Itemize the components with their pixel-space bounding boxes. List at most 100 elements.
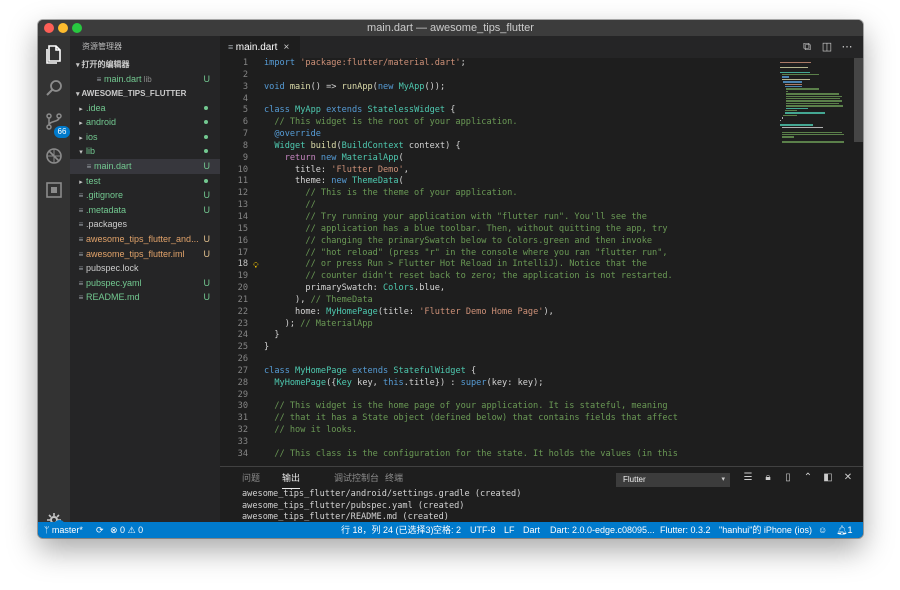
problems-status[interactable]: ⊗ 0 ⚠ 0 — [110, 522, 143, 538]
toggle-panel-position-icon[interactable]: ◧ — [818, 472, 838, 483]
device-selector[interactable]: "hanhui"的 iPhone (ios) — [719, 522, 812, 538]
folder-item[interactable]: ▸ test — [70, 174, 220, 189]
code-line[interactable]: 33 — [220, 437, 775, 449]
code-line[interactable]: 6 // This widget is the root of your app… — [220, 117, 775, 129]
code-line[interactable]: 26 — [220, 354, 775, 366]
open-editors-header[interactable]: ▾ 打开的编辑器 — [70, 58, 220, 72]
code-line[interactable]: 14 // Try running your application with … — [220, 212, 775, 224]
dart-version[interactable]: Dart: 2.0.0-edge.c08095... — [550, 522, 655, 538]
extensions-icon[interactable] — [42, 178, 66, 202]
code-line[interactable]: 20 primarySwatch: Colors.blue, — [220, 283, 775, 295]
project-header[interactable]: ▾ AWESOME_TIPS_FLUTTER — [70, 87, 220, 101]
search-icon[interactable] — [42, 76, 66, 100]
more-actions-icon[interactable]: ⋯ — [837, 40, 857, 53]
code-line[interactable]: 10 title: 'Flutter Demo', — [220, 165, 775, 177]
code-view[interactable]: 1 import 'package:flutter/material.dart';… — [220, 58, 775, 466]
flutter-version[interactable]: Flutter: 0.3.2 — [660, 522, 711, 538]
feedback-icon[interactable]: ☺ — [818, 522, 827, 538]
file-item[interactable]: ≡ pubspec.lock — [70, 261, 220, 276]
code-line[interactable]: 31 // that it has a State object (define… — [220, 413, 775, 425]
open-changes-icon[interactable]: ⧉ — [797, 41, 817, 54]
open-editor-item[interactable]: ≡ main.dart lib U — [70, 72, 220, 87]
lock-scroll-icon[interactable]: 🔒︎ — [758, 472, 778, 483]
close-panel-icon[interactable]: ✕ — [838, 472, 858, 483]
code-line[interactable]: 30 // This widget is the home page of yo… — [220, 401, 775, 413]
file-item[interactable]: ≡ .packages — [70, 217, 220, 232]
language-mode[interactable]: Dart — [523, 522, 540, 538]
explorer-icon[interactable] — [42, 42, 66, 66]
code-token: ThemeData — [351, 176, 399, 187]
code-text: // how it looks. — [264, 425, 357, 437]
code-line[interactable]: 3 void main() => runApp(new MyApp()); — [220, 82, 775, 94]
code-line[interactable]: 25} — [220, 342, 775, 354]
folder-item[interactable]: ▸ android — [70, 115, 220, 130]
code-line[interactable]: 1 import 'package:flutter/material.dart'; — [220, 58, 775, 70]
file-item[interactable]: ≡ README.md U — [70, 290, 220, 305]
line-number: 19 — [237, 271, 248, 282]
code-line[interactable]: 8 Widget build(BuildContext context) { — [220, 141, 775, 153]
file-item[interactable]: ≡ .metadata U — [70, 203, 220, 218]
close-tab-icon[interactable]: × — [283, 42, 289, 53]
sync-icon[interactable]: ⟳ — [96, 522, 104, 538]
line-ending[interactable]: LF — [504, 522, 515, 538]
code-line[interactable]: 2 — [220, 70, 775, 82]
code-line[interactable]: 29 — [220, 390, 775, 402]
code-line[interactable]: 16 // changing the primarySwatch below t… — [220, 236, 775, 248]
code-line[interactable]: 11 theme: new ThemeData( — [220, 176, 775, 188]
folder-item[interactable]: ▸ ios — [70, 130, 220, 145]
code-line[interactable]: 21 ), // ThemeData — [220, 295, 775, 307]
file-item[interactable]: ≡ .gitignore U — [70, 188, 220, 203]
maximize-panel-icon[interactable]: ⌃ — [798, 472, 818, 483]
code-line[interactable]: 18 💡︎ // or press Run > Flutter Hot Reloa… — [220, 259, 775, 271]
panel-tab[interactable]: 问题 — [242, 467, 260, 489]
notifications[interactable]: 🔔︎1 — [836, 522, 852, 538]
close-window-button[interactable] — [44, 23, 54, 33]
indentation[interactable]: 空格: 2 — [433, 522, 461, 538]
output-channel-select[interactable]: Flutter ▾ — [616, 473, 730, 487]
code-line[interactable]: 13 // — [220, 200, 775, 212]
git-branch[interactable]: ᛘ master* — [44, 522, 83, 538]
file-item[interactable]: ≡ awesome_tips_flutter.iml U — [70, 247, 220, 262]
file-item[interactable]: ≡ awesome_tips_flutter_and... U — [70, 232, 220, 247]
code-line[interactable]: 15 // application has a blue toolbar. Th… — [220, 224, 775, 236]
line-number: 8 — [242, 140, 248, 151]
code-token: // or press Run > Flutter Hot Reload in … — [264, 259, 647, 270]
clear-output-icon[interactable]: ☰ — [738, 472, 758, 483]
minimap[interactable] — [780, 58, 854, 466]
split-editor-icon[interactable]: ◫ — [817, 40, 837, 53]
code-line[interactable]: 28 MyHomePage({Key key, this.title}) : s… — [220, 378, 775, 390]
encoding[interactable]: UTF-8 — [470, 522, 496, 538]
tab-main-dart[interactable]: ≡ main.dart × — [220, 36, 300, 58]
folder-item[interactable]: ▾ lib — [70, 144, 220, 159]
code-line[interactable]: 22 home: MyHomePage(title: 'Flutter Demo… — [220, 307, 775, 319]
code-line[interactable]: 23 ); // MaterialApp — [220, 319, 775, 331]
code-token: MyApp — [398, 81, 425, 92]
code-line[interactable]: 24 } — [220, 330, 775, 342]
panel-tab[interactable]: 终端 — [385, 467, 403, 489]
code-line[interactable]: 17 // "hot reload" (press "r" in the con… — [220, 248, 775, 260]
open-log-icon[interactable]: ▯ — [778, 472, 798, 483]
code-line[interactable]: 7 @override — [220, 129, 775, 141]
minimize-window-button[interactable] — [58, 23, 68, 33]
code-line[interactable]: 5 class MyApp extends StatelessWidget { — [220, 105, 775, 117]
code-line[interactable]: 9 return new MaterialApp( — [220, 153, 775, 165]
folder-item[interactable]: ▸ .idea — [70, 101, 220, 116]
panel-tab[interactable]: 输出 — [282, 467, 301, 489]
minimap-line — [784, 110, 797, 112]
panel-tab[interactable]: 调试控制台 — [334, 467, 379, 489]
code-line[interactable]: 19 // counter didn't reset back to zero;… — [220, 271, 775, 283]
code-line[interactable]: 12 // This is the theme of your applicat… — [220, 188, 775, 200]
maximize-window-button[interactable] — [72, 23, 82, 33]
source-control-icon[interactable]: 66 — [42, 110, 70, 138]
code-token: ({ — [326, 377, 337, 388]
debug-icon[interactable] — [42, 144, 66, 168]
code-line[interactable]: 4 — [220, 94, 775, 106]
editor-scrollbar-thumb[interactable] — [854, 58, 863, 142]
code-token: (title: — [377, 306, 420, 317]
code-line[interactable]: 27 class MyHomePage extends StatefulWidge… — [220, 366, 775, 378]
file-item[interactable]: ≡ main.dart U — [70, 158, 220, 174]
cursor-position[interactable]: 行 18，列 24 (已选择3) — [341, 522, 434, 538]
code-line[interactable]: 34 // This class is the configuration fo… — [220, 449, 775, 461]
file-item[interactable]: ≡ pubspec.yaml U — [70, 276, 220, 291]
code-line[interactable]: 32 // how it looks. — [220, 425, 775, 437]
